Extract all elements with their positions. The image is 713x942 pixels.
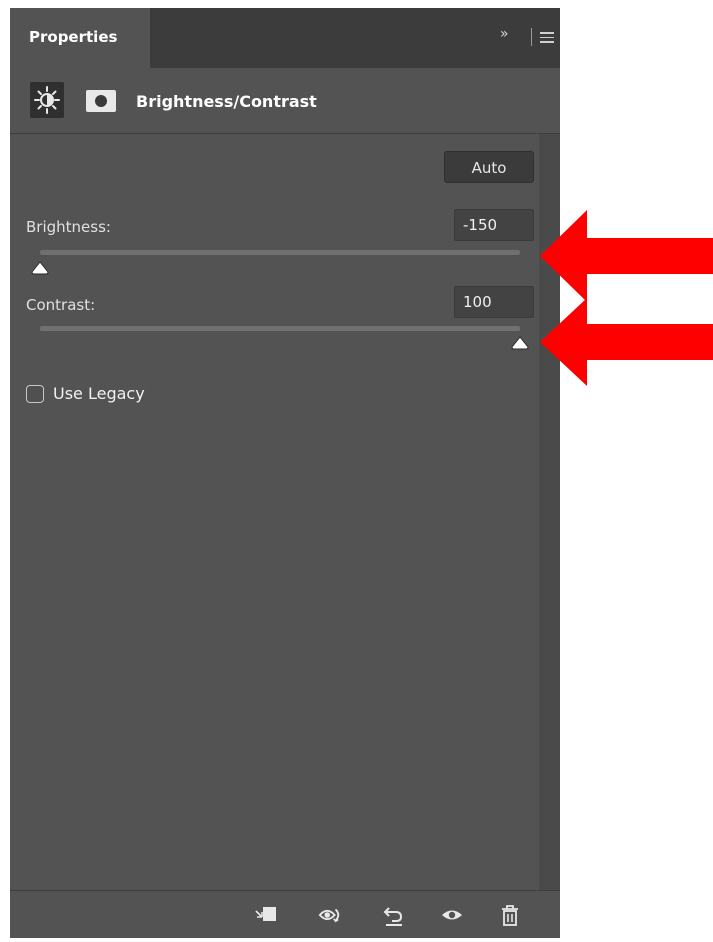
- panel-footer: [10, 890, 560, 938]
- reset-icon[interactable]: [382, 903, 406, 927]
- adjustment-header: Brightness/Contrast: [10, 70, 560, 134]
- collapse-panel-icon[interactable]: »: [500, 26, 509, 42]
- contrast-slider-track[interactable]: [40, 326, 520, 331]
- view-previous-state-icon[interactable]: [318, 903, 342, 927]
- tab-label: Properties: [29, 28, 118, 46]
- use-legacy-checkbox[interactable]: [26, 385, 44, 403]
- brightness-value-field[interactable]: -150: [454, 209, 534, 241]
- brightness-arrow: [540, 210, 713, 302]
- tab-properties[interactable]: Properties: [10, 8, 150, 68]
- contrast-slider-thumb[interactable]: [510, 336, 530, 350]
- adjustment-title: Brightness/Contrast: [136, 92, 317, 111]
- toggle-visibility-icon[interactable]: [440, 903, 464, 927]
- brightness-contrast-icon[interactable]: [30, 82, 64, 118]
- brightness-label: Brightness:: [26, 218, 111, 236]
- brightness-slider-track[interactable]: [40, 250, 520, 255]
- properties-panel: Properties » Brightness/Contrast Auto Br…: [10, 8, 560, 938]
- clip-to-layer-icon[interactable]: [254, 903, 278, 927]
- use-legacy-label[interactable]: Use Legacy: [53, 384, 145, 403]
- delete-icon[interactable]: [498, 903, 522, 927]
- tab-bar: Properties »: [10, 8, 560, 68]
- contrast-value-field[interactable]: 100: [454, 286, 534, 318]
- panel-menu-icon[interactable]: [540, 32, 554, 43]
- contrast-arrow: [540, 298, 713, 386]
- contrast-label: Contrast:: [26, 296, 96, 314]
- auto-button[interactable]: Auto: [444, 151, 534, 183]
- tab-separator: [531, 28, 532, 46]
- brightness-slider-thumb[interactable]: [30, 261, 50, 275]
- layer-mask-icon[interactable]: [86, 90, 116, 112]
